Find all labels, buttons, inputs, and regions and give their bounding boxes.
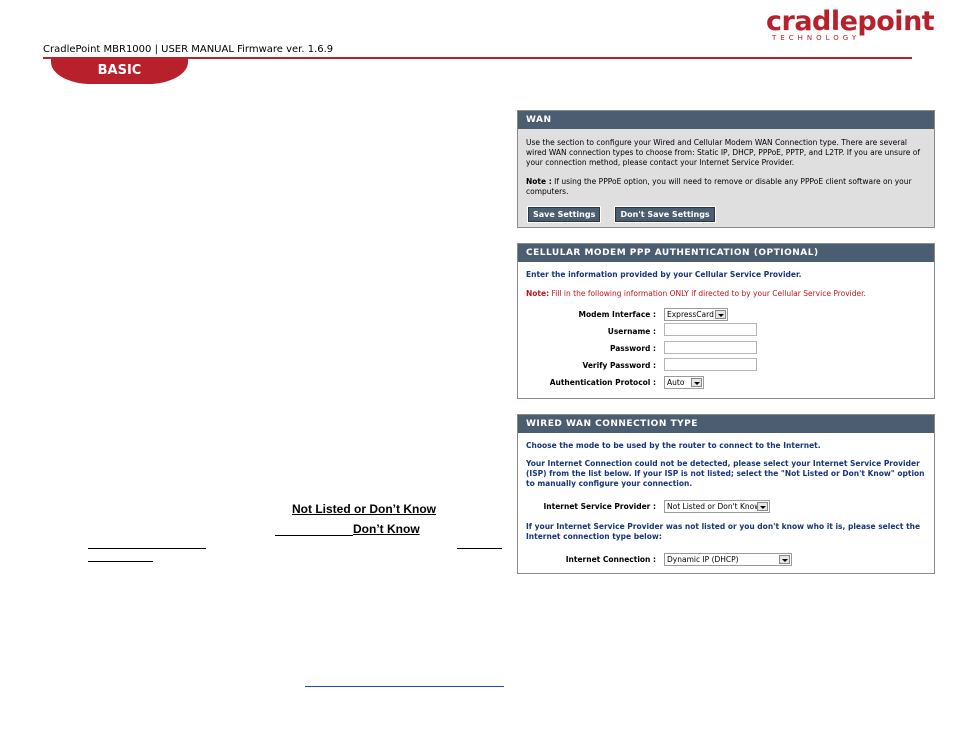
not-listed-fragment: Not Listed or Don’t Know [292, 502, 436, 516]
auth-protocol-value: Auto [667, 378, 685, 387]
underline-fragment [88, 561, 153, 562]
chevron-down-icon [691, 378, 702, 387]
dont-know-fragment: Don’t Know [353, 522, 420, 536]
cellular-panel-title: CELLULAR MODEM PPP AUTHENTICATION (OPTIO… [518, 244, 934, 262]
verify-password-label: Verify Password : [582, 361, 656, 370]
cellular-auth-panel: CELLULAR MODEM PPP AUTHENTICATION (OPTIO… [517, 243, 935, 399]
chevron-down-icon [757, 502, 768, 511]
section-tab-basic: BASIC [51, 59, 188, 84]
wired-wan-panel: WIRED WAN CONNECTION TYPE Choose the mod… [517, 414, 935, 574]
username-input[interactable] [664, 323, 757, 336]
auth-protocol-label: Authentication Protocol : [549, 378, 656, 387]
cellular-intro: Enter the information provided by your C… [526, 270, 802, 279]
password-label: Password : [609, 344, 656, 353]
isp-label: Internet Service Provider : [543, 502, 657, 511]
cradlepoint-logo: cradlepoint TECHNOLOGY [766, 6, 935, 43]
modem-interface-label: Modem Interface : [578, 310, 656, 319]
isp-value: Not Listed or Don't Know [667, 502, 761, 511]
underline-fragment [457, 548, 502, 549]
cellular-note-label: Note: [526, 289, 550, 298]
wan-note-text: If using the PPPoE option, you will need… [526, 177, 912, 196]
modem-interface-value: ExpressCard [667, 310, 714, 319]
wan-note-label: Note : [526, 177, 552, 186]
chevron-down-icon [715, 310, 726, 319]
wan-note: Note : If using the PPPoE option, you wi… [518, 177, 934, 197]
wired-panel-title: WIRED WAN CONNECTION TYPE [518, 415, 934, 433]
internet-connection-label: Internet Connection : [565, 555, 656, 564]
wired-mode-text: Choose the mode to be used by the router… [526, 441, 821, 450]
underline-fragment [88, 548, 206, 549]
save-settings-button[interactable]: Save Settings [526, 206, 602, 223]
dont-save-settings-button[interactable]: Don't Save Settings [614, 206, 716, 223]
wired-detect-text: Your Internet Connection could not be de… [526, 459, 925, 488]
wan-button-row: Save Settings Don't Save Settings [518, 197, 934, 223]
wired-not-listed-text: If your Internet Service Provider was no… [526, 522, 921, 541]
wan-panel: WAN Use the section to configure your Wi… [517, 110, 935, 228]
cellular-note: Note: Fill in the following information … [518, 289, 934, 299]
manual-title: CradlePoint MBR1000 | USER MANUAL Firmwa… [43, 44, 334, 55]
internet-connection-value: Dynamic IP (DHCP) [667, 555, 739, 564]
logo-wordmark: cradlepoint [766, 6, 935, 37]
underline-fragment [275, 535, 353, 536]
link-underline[interactable] [305, 686, 504, 687]
isp-select[interactable]: Not Listed or Don't Know [664, 500, 770, 513]
cellular-note-text: Fill in the following information ONLY i… [551, 289, 866, 298]
username-label: Username : [607, 327, 656, 336]
wan-panel-title: WAN [518, 111, 934, 129]
modem-interface-select[interactable]: ExpressCard [664, 308, 728, 321]
wan-description: Use the section to configure your Wired … [526, 138, 920, 167]
auth-protocol-select[interactable]: Auto [664, 376, 704, 389]
verify-password-input[interactable] [664, 358, 757, 371]
chevron-down-icon [779, 555, 790, 564]
password-input[interactable] [664, 341, 757, 354]
internet-connection-select[interactable]: Dynamic IP (DHCP) [664, 553, 792, 566]
